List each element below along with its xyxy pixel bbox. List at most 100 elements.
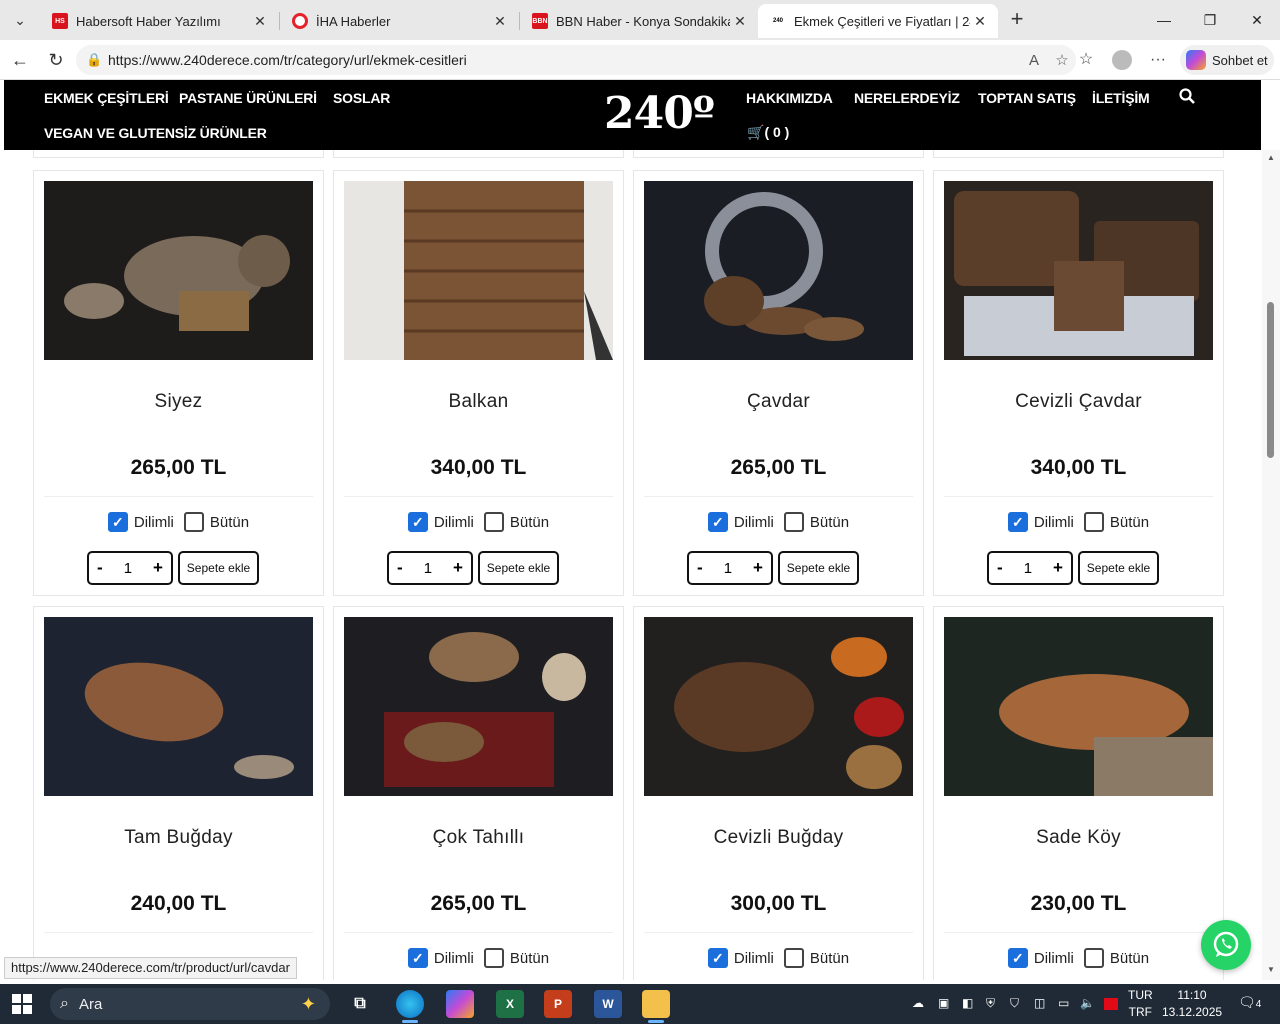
whole-option[interactable]: Bütün — [483, 948, 549, 968]
decrease-button[interactable]: - — [397, 558, 403, 578]
nav-link-about[interactable]: HAKKIMIZDA — [746, 90, 833, 106]
edge-browser-icon[interactable] — [396, 990, 424, 1018]
notification-icon[interactable]: 🗨4 — [1238, 994, 1261, 1011]
back-arrow-icon[interactable]: ← — [8, 48, 32, 72]
refresh-icon[interactable]: ↻ — [44, 48, 68, 72]
tray-app-icon[interactable]: ▣ — [938, 996, 949, 1010]
sliced-checkbox[interactable]: ✓ — [707, 512, 728, 532]
add-to-cart-button[interactable]: Sepete ekle — [1078, 551, 1159, 585]
profile-avatar-icon[interactable] — [1110, 48, 1134, 72]
close-tab-icon[interactable]: ✕ — [490, 13, 510, 30]
shield-icon[interactable]: ⛨ — [986, 996, 995, 1011]
sliced-option[interactable]: ✓ Dilimli — [707, 512, 774, 532]
sliced-option[interactable]: ✓ Dilimli — [707, 948, 774, 968]
browser-tab[interactable]: BBN BBN Haber - Konya Sondakika - K ✕ — [520, 4, 758, 38]
whole-option[interactable]: Bütün — [1083, 948, 1149, 968]
file-explorer-icon[interactable] — [642, 990, 670, 1018]
product-image[interactable] — [644, 617, 913, 796]
close-window-icon[interactable]: ✕ — [1245, 8, 1269, 32]
sliced-option[interactable]: ✓ Dilimli — [1007, 512, 1074, 532]
whole-checkbox[interactable] — [183, 512, 204, 532]
quantity-value[interactable]: 1 — [1024, 560, 1032, 577]
copilot-app-icon[interactable] — [446, 990, 474, 1018]
new-tab-plus-icon[interactable]: + — [1005, 8, 1029, 32]
product-image[interactable] — [344, 617, 613, 796]
whole-option[interactable]: Bütün — [1083, 512, 1149, 532]
product-name[interactable]: Sade Köy — [934, 827, 1223, 849]
quantity-value[interactable]: 1 — [124, 560, 132, 577]
restore-icon[interactable]: ❐ — [1198, 8, 1222, 32]
add-to-cart-button[interactable]: Sepete ekle — [478, 551, 559, 585]
scroll-up-arrow-icon[interactable]: ▲ — [1267, 153, 1275, 162]
windows-start-icon[interactable] — [12, 994, 32, 1014]
product-image[interactable] — [344, 181, 613, 360]
product-name[interactable]: Tam Buğday — [34, 827, 323, 849]
copilot-button[interactable]: Sohbet et — [1180, 45, 1274, 75]
whole-option[interactable]: Bütün — [183, 512, 249, 532]
product-image[interactable] — [44, 617, 313, 796]
increase-button[interactable]: + — [1053, 558, 1063, 578]
sliced-checkbox[interactable]: ✓ — [1007, 948, 1028, 968]
tab-actions-chevron-icon[interactable]: ⌄ — [6, 6, 34, 34]
whole-option[interactable]: Bütün — [783, 512, 849, 532]
product-image[interactable] — [944, 617, 1213, 796]
search-icon[interactable] — [1179, 88, 1195, 109]
browser-tab-active[interactable]: 240 Ekmek Çeşitleri ve Fiyatları | 240 D… — [758, 4, 998, 38]
add-to-cart-button[interactable]: Sepete ekle — [178, 551, 259, 585]
favorite-star-icon[interactable]: ☆ — [1048, 51, 1076, 69]
nav-link-locations[interactable]: NERELERDEYİZ — [854, 90, 960, 106]
excel-icon[interactable]: X — [496, 990, 524, 1018]
language-indicator[interactable]: TUR TRF — [1128, 987, 1153, 1021]
nav-link-bread[interactable]: EKMEK ÇEŞİTLERİ — [44, 90, 169, 106]
decrease-button[interactable]: - — [97, 558, 103, 578]
sliced-option[interactable]: ✓ Dilimli — [1007, 948, 1074, 968]
sliced-option[interactable]: ✓ Dilimli — [407, 512, 474, 532]
nav-link-sauces[interactable]: SOSLAR — [333, 90, 390, 106]
site-logo[interactable]: 240º — [604, 88, 715, 139]
sliced-checkbox[interactable]: ✓ — [707, 948, 728, 968]
read-aloud-icon[interactable]: A — [1020, 52, 1048, 69]
product-name[interactable]: Çavdar — [634, 391, 923, 413]
decrease-button[interactable]: - — [697, 558, 703, 578]
quantity-value[interactable]: 1 — [724, 560, 732, 577]
cart-link[interactable]: 🛒( 0 ) — [747, 124, 789, 141]
clock[interactable]: 11:10 13.12.2025 — [1162, 987, 1222, 1021]
favorites-icon[interactable]: ☆ — [1074, 48, 1098, 72]
sliced-checkbox[interactable]: ✓ — [107, 512, 128, 532]
sliced-checkbox[interactable]: ✓ — [1007, 512, 1028, 532]
whole-checkbox[interactable] — [483, 512, 504, 532]
whole-checkbox[interactable] — [1083, 948, 1104, 968]
whole-option[interactable]: Bütün — [783, 948, 849, 968]
url-text[interactable]: https://www.240derece.com/tr/category/ur… — [108, 52, 1020, 68]
page-scrollbar[interactable]: ▲ ▼ — [1262, 150, 1280, 980]
tray-app-icon[interactable]: ◧ — [962, 996, 973, 1010]
sliced-option[interactable]: ✓ Dilimli — [107, 512, 174, 532]
whole-checkbox[interactable] — [1083, 512, 1104, 532]
browser-tab[interactable]: İHA Haberler ✕ — [280, 4, 518, 38]
network-icon[interactable]: ▭ — [1058, 996, 1069, 1010]
browser-tab[interactable]: HS Habersoft Haber Yazılımı ✕ — [40, 4, 278, 38]
product-name[interactable]: Çok Tahıllı — [334, 827, 623, 849]
close-tab-icon[interactable]: ✕ — [970, 13, 990, 30]
tray-app-icon[interactable]: ◫ — [1034, 996, 1045, 1010]
product-name[interactable]: Cevizli Çavdar — [934, 391, 1223, 413]
whole-option[interactable]: Bütün — [483, 512, 549, 532]
lock-icon[interactable]: 🔒 — [86, 52, 102, 68]
whatsapp-chat-button[interactable] — [1201, 920, 1251, 970]
product-name[interactable]: Siyez — [34, 391, 323, 413]
nav-link-vegan[interactable]: VEGAN VE GLUTENSİZ ÜRÜNLER — [44, 125, 267, 141]
minimize-icon[interactable]: — — [1152, 8, 1176, 32]
nav-link-wholesale[interactable]: TOPTAN SATIŞ — [978, 90, 1076, 106]
powerpoint-icon[interactable]: P — [544, 990, 572, 1018]
product-image[interactable] — [644, 181, 913, 360]
word-icon[interactable]: W — [594, 990, 622, 1018]
whole-checkbox[interactable] — [783, 948, 804, 968]
security-icon[interactable]: ⛉ — [1010, 996, 1019, 1011]
quantity-value[interactable]: 1 — [424, 560, 432, 577]
nav-link-pastry[interactable]: PASTANE ÜRÜNLERİ — [179, 90, 317, 106]
product-name[interactable]: Cevizli Buğday — [634, 827, 923, 849]
scroll-thumb[interactable] — [1267, 302, 1274, 458]
decrease-button[interactable]: - — [997, 558, 1003, 578]
volume-icon[interactable]: 🔈 — [1080, 996, 1095, 1010]
taskbar-search[interactable]: ⌕ Ara ✦ — [50, 988, 330, 1020]
